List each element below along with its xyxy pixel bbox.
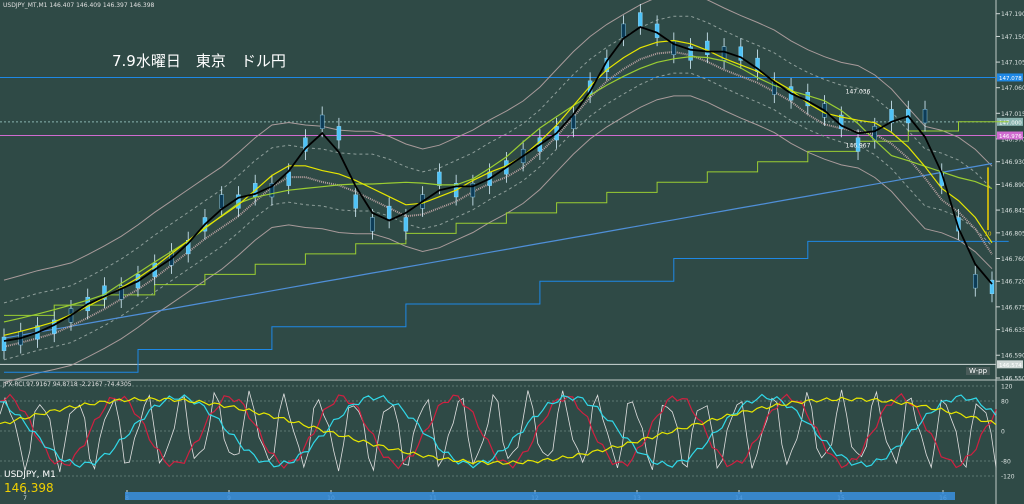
y-tick-label: 147.015 bbox=[1001, 111, 1024, 118]
candle-body bbox=[638, 12, 643, 27]
y-tick-label: 146.845 bbox=[1001, 208, 1024, 215]
y-tick-label: 147.190 bbox=[1001, 11, 1024, 18]
price-chart: 147.190 147.150 147.105 147.060 147.015 146.9… bbox=[0, 0, 1024, 504]
y-tick-label: 147.105 bbox=[1001, 60, 1024, 67]
chart-header: USDJPY_MT,M1 146.407 146.409 146.397 146… bbox=[3, 2, 155, 9]
y-tick-label: 146.760 bbox=[1001, 256, 1024, 263]
y-tick-label: 146.720 bbox=[1001, 279, 1024, 286]
candle-body bbox=[621, 23, 626, 38]
y-tick-label: 146.550 bbox=[1001, 376, 1024, 383]
y-tick-label: 147.150 bbox=[1001, 34, 1024, 41]
candle-body bbox=[437, 171, 442, 186]
x-tick-label: 7 bbox=[23, 495, 27, 502]
y-tick-label: 146.890 bbox=[1001, 182, 1024, 189]
symbol-label: USDJPY, M1 bbox=[4, 470, 56, 480]
osc-y-label: 80 bbox=[1001, 399, 1009, 406]
candle-body bbox=[353, 194, 358, 209]
y-tick-label: 146.635 bbox=[1001, 327, 1024, 334]
high-label: 147.036 bbox=[846, 88, 871, 95]
time-bar bbox=[125, 492, 955, 500]
candle-body bbox=[403, 217, 409, 232]
level-label: 146.574 bbox=[999, 363, 1022, 369]
y-tick-label: 146.930 bbox=[1001, 159, 1024, 166]
candle-body bbox=[286, 171, 291, 186]
candle-body bbox=[654, 23, 660, 38]
osc-y-label: -120 bbox=[1001, 474, 1015, 481]
candle-body bbox=[922, 109, 928, 124]
y-tick-label: 146.590 bbox=[1001, 353, 1024, 360]
low-label: 146.967 bbox=[846, 142, 871, 149]
y-tick-label: 147.060 bbox=[1001, 85, 1024, 92]
level-label: 147.000 bbox=[999, 120, 1022, 126]
osc-y-label: -80 bbox=[1001, 459, 1011, 466]
y-tick-label: 146.805 bbox=[1001, 230, 1024, 237]
current-price: 146.398 bbox=[4, 481, 54, 495]
chart-background bbox=[0, 0, 1024, 504]
oscillator-header: JPX-RCI 97.9167 94.8718 -2.2167 -74.4305 bbox=[3, 381, 132, 388]
level-label: 146.976 bbox=[999, 134, 1022, 140]
candle-body bbox=[1, 336, 7, 351]
chart-window: 147.190 147.150 147.105 147.060 147.015 146.9… bbox=[0, 0, 1024, 504]
candle-body bbox=[370, 217, 375, 232]
candle-body bbox=[219, 194, 224, 209]
osc-y-label: 120 bbox=[1001, 384, 1013, 391]
level-label: 147.078 bbox=[999, 76, 1022, 82]
candle-body bbox=[705, 40, 710, 55]
candle-body bbox=[386, 205, 392, 220]
y-tick-label: 146.675 bbox=[1001, 304, 1024, 311]
candle-body bbox=[319, 114, 325, 129]
wpp-label: W-pp bbox=[966, 367, 991, 375]
osc-y-label: 0 bbox=[1001, 429, 1005, 436]
marker-label: 10 bbox=[985, 232, 992, 238]
candle-body bbox=[973, 274, 978, 289]
candle-body bbox=[336, 126, 342, 141]
chart-annotation: 7.9水曜日 東京 ドル円 bbox=[112, 52, 286, 70]
